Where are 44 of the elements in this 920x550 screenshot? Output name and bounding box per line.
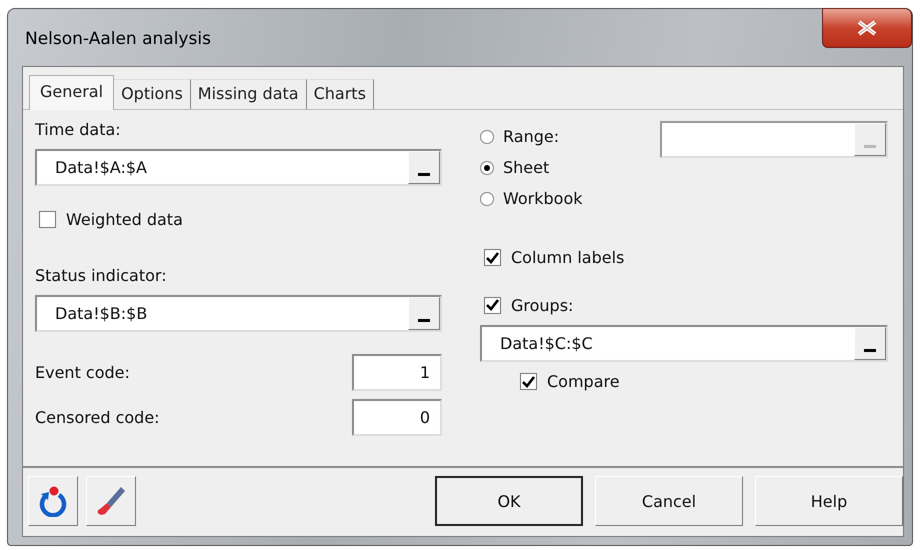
input-field[interactable]: Data!$A:$A — [35, 149, 442, 186]
dialog-button[interactable]: Cancel — [595, 476, 743, 526]
dash-icon — [418, 319, 430, 322]
field-label: Time data: — [35, 120, 122, 139]
weighted-data-checkbox[interactable]: Weighted data — [39, 210, 183, 229]
input-field[interactable]: Data!$B:$B — [35, 295, 442, 332]
field-label: Event code: — [35, 363, 130, 382]
dialog-button[interactable]: Help — [755, 476, 903, 526]
compare-checkbox[interactable]: Compare — [520, 372, 620, 391]
dash-icon — [864, 349, 876, 352]
tab[interactable]: Options — [114, 79, 191, 109]
clear-button[interactable] — [86, 476, 136, 526]
column-labels-checkbox[interactable]: Column labels — [484, 248, 624, 267]
radio-option[interactable]: Workbook — [480, 189, 583, 208]
radio-option[interactable]: Range: — [480, 127, 583, 146]
dialog-button[interactable]: OK — [435, 476, 583, 526]
field-label: Status indicator: — [35, 266, 168, 285]
range-select-button[interactable] — [408, 151, 440, 184]
tab[interactable]: Charts — [306, 79, 374, 109]
checkbox[interactable] — [484, 249, 501, 266]
close-icon — [856, 20, 878, 36]
radio-button[interactable] — [480, 160, 494, 174]
groups-checkbox[interactable]: Groups: — [484, 296, 574, 314]
input-field[interactable]: 1 — [352, 354, 442, 391]
checkbox[interactable] — [39, 211, 56, 228]
tab[interactable]: General — [29, 75, 114, 110]
input-field[interactable]: 0 — [352, 399, 442, 436]
close-button[interactable] — [822, 8, 912, 48]
range-select-button[interactable] — [854, 327, 886, 360]
eraser-icon — [95, 485, 127, 517]
window-title: Nelson-Aalen analysis — [25, 29, 211, 49]
radio-button[interactable] — [480, 130, 494, 144]
field-label: Censored code: — [35, 408, 160, 427]
reset-button[interactable] — [28, 476, 78, 526]
tab[interactable]: Missing data — [190, 79, 307, 109]
input-field[interactable]: Data!$C:$C — [480, 325, 888, 362]
radio-button[interactable] — [480, 192, 494, 206]
range-select-button[interactable] — [408, 297, 440, 330]
dash-icon — [418, 173, 430, 176]
dash-icon — [864, 145, 876, 148]
radio-option[interactable]: Sheet — [480, 158, 583, 177]
checkbox[interactable] — [520, 373, 537, 390]
checkbox[interactable] — [484, 296, 501, 314]
reset-icon — [38, 485, 68, 517]
